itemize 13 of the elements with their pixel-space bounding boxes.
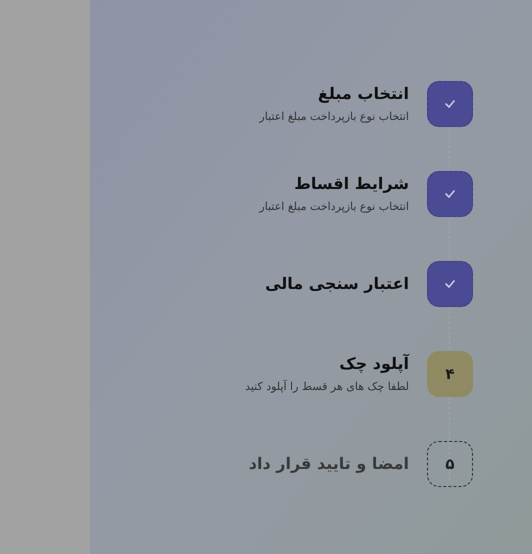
step-subtitle: انتخاب نوع بازپرداخت مبلغ اعتبار: [259, 200, 409, 214]
step-badge: ۵: [427, 441, 473, 487]
step-title: انتخاب مبلغ: [316, 84, 409, 104]
step-title: امضا و تایید قرار داد: [248, 454, 409, 474]
step-title: آپلود چک: [338, 354, 409, 374]
step-subtitle: لطفا چک های هر قسط را آپلود کنید: [245, 380, 409, 394]
step-title: شرایط اقساط: [293, 174, 409, 194]
check-icon: [444, 279, 456, 289]
check-icon: [444, 189, 456, 199]
step-title: اعتبار سنجی مالی: [265, 274, 409, 294]
check-icon: [444, 99, 456, 109]
step-subtitle: انتخاب نوع بازپرداخت مبلغ اعتبار: [259, 110, 409, 124]
step-badge: ۴: [427, 351, 473, 397]
